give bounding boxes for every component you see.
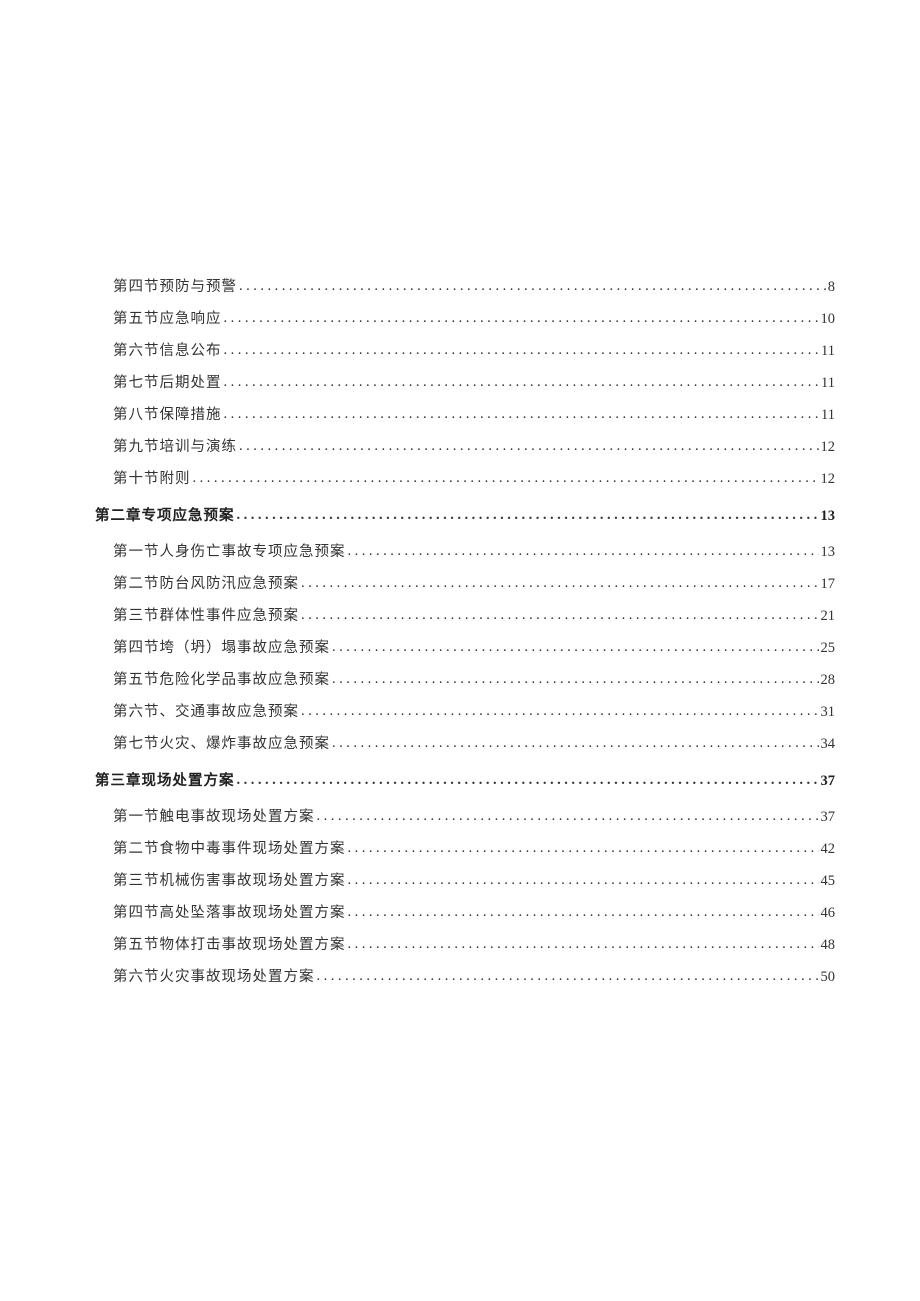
toc-page-number: 13: [821, 545, 836, 560]
toc-dots: [193, 471, 819, 486]
toc-entry-text: 第十节附则: [113, 472, 191, 487]
toc-entry: 第五节危险化学品事故应急预案 28: [95, 673, 835, 688]
toc-dots: [239, 279, 826, 294]
toc-page-number: 37: [821, 774, 836, 789]
toc-entry-text: 第二章专项应急预案: [95, 509, 235, 524]
toc-entry-text: 第二节防台风防汛应急预案: [113, 577, 299, 592]
toc-entry-text: 第九节培训与演练: [113, 440, 237, 455]
toc-page-number: 45: [821, 874, 836, 889]
toc-entry-text: 第五节危险化学品事故应急预案: [113, 673, 330, 688]
toc-entry-text: 第七节后期处置: [113, 376, 222, 391]
toc-dots: [317, 809, 819, 824]
toc-page-number: 37: [821, 810, 836, 825]
toc-page-number: 12: [821, 440, 836, 455]
toc-entry: 第七节后期处置 11: [95, 376, 835, 391]
toc-entry: 第四节垮（坍）塌事故应急预案 25: [95, 641, 835, 656]
toc-dots: [348, 873, 819, 888]
toc-chapter: 第三章现场处置方案 37: [95, 774, 835, 789]
toc-page-number: 31: [821, 705, 836, 720]
toc-entry: 第五节物体打击事故现场处置方案 48: [95, 938, 835, 953]
toc-entry-text: 第一节人身伤亡事故专项应急预案: [113, 545, 346, 560]
toc-dots: [348, 841, 819, 856]
toc-entry-text: 第二节食物中毒事件现场处置方案: [113, 842, 346, 857]
toc-entry-text: 第八节保障措施: [113, 408, 222, 423]
toc-page-number: 21: [821, 609, 836, 624]
toc-dots: [332, 640, 819, 655]
toc-dots: [317, 969, 819, 984]
toc-page-number: 46: [821, 906, 836, 921]
toc-page-number: 34: [821, 737, 836, 752]
toc-page-number: 50: [821, 970, 836, 985]
toc-dots: [224, 343, 820, 358]
toc-entry-text: 第四节垮（坍）塌事故应急预案: [113, 641, 330, 656]
toc-page-number: 42: [821, 842, 836, 857]
toc-entry-text: 第四节预防与预警: [113, 280, 237, 295]
toc-dots: [301, 576, 819, 591]
toc-entry-text: 第三章现场处置方案: [95, 774, 235, 789]
toc-entry-text: 第六节信息公布: [113, 344, 222, 359]
toc-entry: 第二节食物中毒事件现场处置方案 42: [95, 842, 835, 857]
toc-entry-text: 第三节机械伤害事故现场处置方案: [113, 874, 346, 889]
toc-dots: [224, 375, 820, 390]
toc-dots: [332, 736, 819, 751]
toc-dots: [224, 311, 819, 326]
toc-dots: [301, 608, 819, 623]
toc-page-number: 11: [821, 408, 835, 423]
toc-entry: 第四节高处坠落事故现场处置方案 46: [95, 906, 835, 921]
toc-dots: [332, 672, 819, 687]
toc-entry-text: 第五节应急响应: [113, 312, 222, 327]
toc-dots: [348, 905, 819, 920]
toc-entry: 第五节应急响应 10: [95, 312, 835, 327]
toc-page-number: 28: [821, 673, 836, 688]
toc-page-number: 10: [821, 312, 836, 327]
toc-entry: 第三节群体性事件应急预案 21: [95, 609, 835, 624]
toc-dots: [237, 773, 819, 788]
toc-entry-text: 第六节火灾事故现场处置方案: [113, 970, 315, 985]
toc-entry-text: 第一节触电事故现场处置方案: [113, 810, 315, 825]
toc-page-number: 8: [828, 280, 835, 295]
toc-entry: 第一节触电事故现场处置方案 37: [95, 810, 835, 825]
toc-entry: 第六节、交通事故应急预案 31: [95, 705, 835, 720]
toc-entry: 第九节培训与演练 12: [95, 440, 835, 455]
toc-entry-text: 第四节高处坠落事故现场处置方案: [113, 906, 346, 921]
toc-entry: 第四节预防与预警 8: [95, 280, 835, 295]
toc-entry: 第二节防台风防汛应急预案 17: [95, 577, 835, 592]
toc-page-number: 48: [821, 938, 836, 953]
toc-entry-text: 第六节、交通事故应急预案: [113, 705, 299, 720]
toc-entry-text: 第七节火灾、爆炸事故应急预案: [113, 737, 330, 752]
toc-page-number: 11: [821, 376, 835, 391]
table-of-contents: 第四节预防与预警 8 第五节应急响应 10 第六节信息公布 11 第七节后期处置…: [95, 280, 835, 985]
toc-page-number: 12: [821, 472, 836, 487]
toc-page-number: 13: [821, 509, 836, 524]
toc-page-number: 17: [821, 577, 836, 592]
toc-chapter: 第二章专项应急预案 13: [95, 509, 835, 524]
toc-dots: [237, 508, 819, 523]
toc-dots: [239, 439, 819, 454]
toc-dots: [224, 407, 820, 422]
toc-page-number: 25: [821, 641, 836, 656]
toc-entry-text: 第三节群体性事件应急预案: [113, 609, 299, 624]
toc-entry: 第八节保障措施 11: [95, 408, 835, 423]
toc-dots: [348, 544, 819, 559]
toc-entry-text: 第五节物体打击事故现场处置方案: [113, 938, 346, 953]
toc-entry: 第六节火灾事故现场处置方案 50: [95, 970, 835, 985]
toc-dots: [348, 937, 819, 952]
toc-entry: 第六节信息公布 11: [95, 344, 835, 359]
toc-entry: 第七节火灾、爆炸事故应急预案 34: [95, 737, 835, 752]
toc-dots: [301, 704, 819, 719]
toc-entry: 第十节附则 12: [95, 472, 835, 487]
toc-entry: 第三节机械伤害事故现场处置方案 45: [95, 874, 835, 889]
toc-page-number: 11: [821, 344, 835, 359]
toc-entry: 第一节人身伤亡事故专项应急预案 13: [95, 545, 835, 560]
